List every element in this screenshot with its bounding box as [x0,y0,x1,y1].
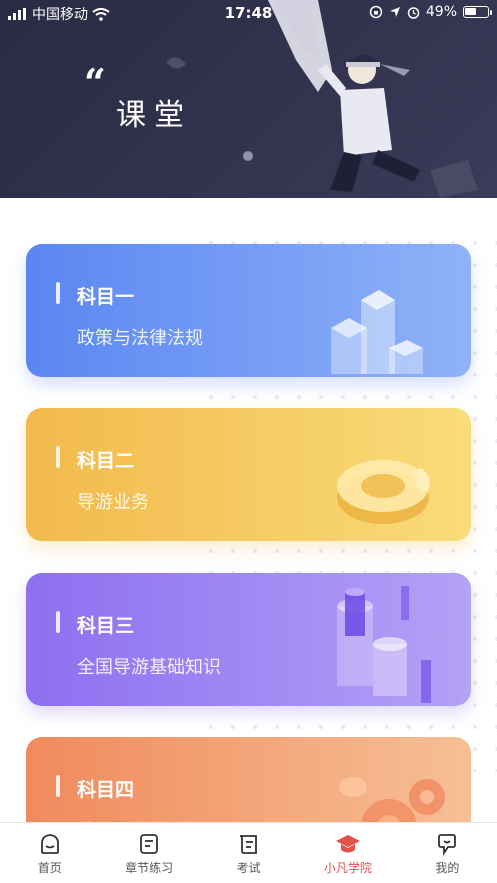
tab-label: 首页 [37,861,62,875]
tab-label: 考试 [236,861,261,875]
banner-illustration [166,0,478,198]
card-accent-bar [56,446,60,468]
status-bar: 中国移动 17:48 49% [0,0,497,26]
tab-chapter-practice[interactable]: 章节练习 [99,823,198,883]
tab-exam[interactable]: 考试 [199,823,298,883]
course-subtitle: 导游业务 [77,492,149,513]
chapter-icon [140,834,159,854]
course-subtitle: 全国导游基础知识 [77,657,221,678]
course-title: 科目二 [77,450,135,472]
tab-label: 小凡学院 [323,861,372,875]
screen: 中国移动 17:48 49% “ 课堂 科目一 政策与法律法规 科目二 导游业务… [0,0,497,883]
tab-academy[interactable]: 小凡学院 [298,823,397,883]
header-banner: 中国移动 17:48 49% “ 课堂 [0,0,497,198]
battery-icon [463,6,492,18]
location-icon [389,7,400,17]
home-icon [40,834,59,854]
tab-home[interactable]: 首页 [0,823,99,883]
course-subtitle: 政策与法律法规 [77,328,203,349]
banner-quote-mark: “ [84,60,106,105]
tab-label: 章节练习 [125,861,174,875]
bar-chart-icon [331,290,423,374]
page-title: 课堂 [116,98,192,133]
status-right: 49% [369,4,492,20]
donut-chart-icon [337,460,430,524]
course-title: 科目四 [77,779,135,801]
alarm-icon [407,6,420,19]
exam-icon [239,835,257,854]
cylinder-chart-icon [337,586,431,703]
tab-mine[interactable]: 我的 [398,823,497,883]
course-card-1[interactable]: 科目一 政策与法律法规 [26,244,471,377]
course-card-2[interactable]: 科目二 导游业务 [26,408,471,541]
rotation-lock-icon [369,5,383,19]
course-card-3[interactable]: 科目三 全国导游基础知识 [26,573,471,706]
course-title: 科目一 [77,286,135,308]
card-accent-bar [56,282,60,304]
graduation-cap-icon [335,835,360,853]
course-title: 科目三 [77,615,135,637]
card-accent-bar [56,611,60,633]
bottom-tab-bar: 首页 章节练习 考试 小凡学院 我的 [0,822,497,883]
tab-label: 我的 [435,861,460,875]
card-accent-bar [56,775,60,797]
battery-percent: 49% [425,4,457,20]
profile-icon [438,834,457,856]
